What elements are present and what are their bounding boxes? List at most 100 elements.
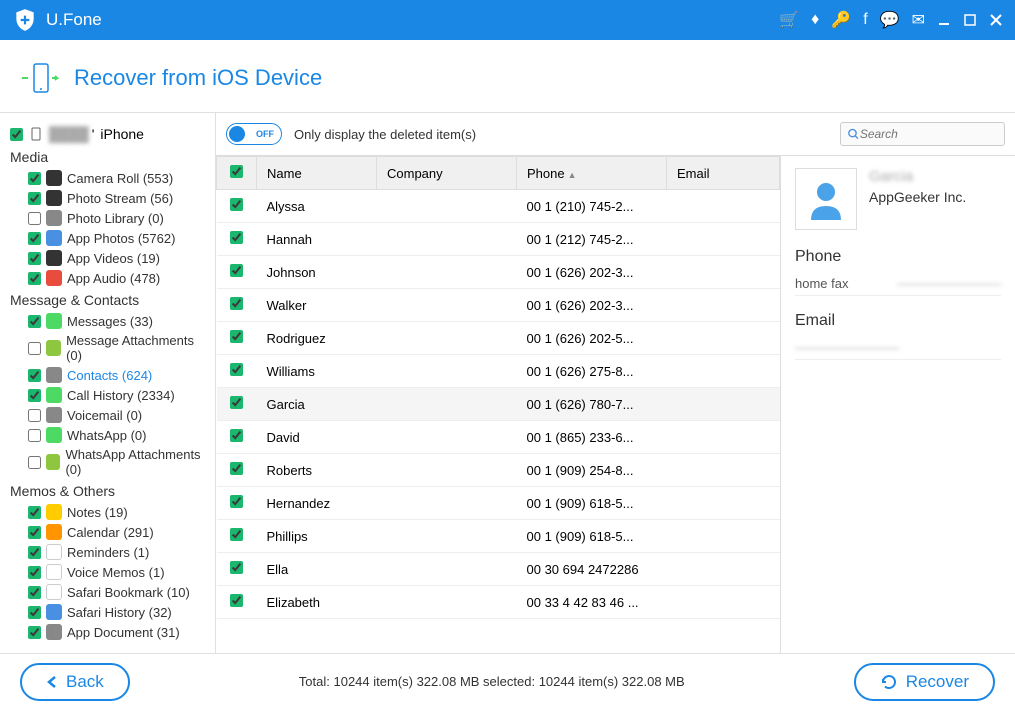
sidebar-item-checkbox[interactable]	[28, 389, 41, 402]
sidebar-item-checkbox[interactable]	[28, 586, 41, 599]
cell-checkbox[interactable]	[217, 322, 257, 355]
sidebar-item[interactable]: Reminders (1)	[6, 542, 209, 562]
sidebar-item-checkbox[interactable]	[28, 546, 41, 559]
sidebar-item[interactable]: Safari History (32)	[6, 602, 209, 622]
cell-checkbox[interactable]	[217, 355, 257, 388]
table-row[interactable]: Hernandez00 1 (909) 618-5...	[217, 487, 780, 520]
sidebar-item[interactable]: App Photos (5762)	[6, 228, 209, 248]
sidebar-item[interactable]: Voice Memos (1)	[6, 562, 209, 582]
sidebar-item[interactable]: Notes (19)	[6, 502, 209, 522]
sidebar-item[interactable]: Calendar (291)	[6, 522, 209, 542]
table-row[interactable]: David00 1 (865) 233-6...	[217, 421, 780, 454]
sidebar-item-checkbox[interactable]	[28, 232, 41, 245]
sidebar-item-checkbox[interactable]	[28, 315, 41, 328]
sidebar-item[interactable]: WhatsApp (0)	[6, 425, 209, 445]
diamond-icon[interactable]: ♦	[811, 11, 819, 29]
cell-checkbox[interactable]	[217, 289, 257, 322]
sidebar-item-checkbox[interactable]	[28, 566, 41, 579]
row-checkbox[interactable]	[230, 297, 243, 310]
sidebar-item-checkbox[interactable]	[28, 212, 41, 225]
device-row[interactable]: ████ ' iPhone	[6, 123, 209, 145]
row-checkbox[interactable]	[230, 528, 243, 541]
sidebar-item-checkbox[interactable]	[28, 272, 41, 285]
cart-icon[interactable]: 🛒	[779, 10, 799, 30]
table-row[interactable]: Elizabeth00 33 4 42 83 46 ...	[217, 586, 780, 619]
sidebar-item[interactable]: App Document (31)	[6, 622, 209, 642]
header-phone[interactable]: Phone▲	[517, 157, 667, 190]
sidebar-item[interactable]: Messages (33)	[6, 311, 209, 331]
sidebar-item[interactable]: Camera Roll (553)	[6, 168, 209, 188]
row-checkbox[interactable]	[230, 462, 243, 475]
row-checkbox[interactable]	[230, 594, 243, 607]
back-button[interactable]: Back	[20, 663, 130, 701]
header-name[interactable]: Name	[257, 157, 377, 190]
cell-checkbox[interactable]	[217, 553, 257, 586]
table-wrap[interactable]: Name Company Phone▲ Email Alyssa00 1 (21…	[216, 156, 780, 653]
chat-icon[interactable]: 💬	[880, 10, 900, 30]
table-row[interactable]: Johnson00 1 (626) 202-3...	[217, 256, 780, 289]
cell-checkbox[interactable]	[217, 256, 257, 289]
table-row[interactable]: Hannah00 1 (212) 745-2...	[217, 223, 780, 256]
search-box[interactable]	[840, 122, 1005, 146]
sidebar-item-checkbox[interactable]	[28, 606, 41, 619]
sidebar-item-checkbox[interactable]	[28, 172, 41, 185]
sidebar-item[interactable]: App Videos (19)	[6, 248, 209, 268]
sidebar-item[interactable]: Call History (2334)	[6, 385, 209, 405]
sidebar-item[interactable]: Photo Library (0)	[6, 208, 209, 228]
row-checkbox[interactable]	[230, 429, 243, 442]
row-checkbox[interactable]	[230, 396, 243, 409]
sidebar-item-checkbox[interactable]	[28, 526, 41, 539]
cell-checkbox[interactable]	[217, 586, 257, 619]
facebook-icon[interactable]: f	[863, 11, 867, 29]
cell-checkbox[interactable]	[217, 421, 257, 454]
feedback-icon[interactable]: ✉	[912, 10, 925, 30]
table-row[interactable]: Alyssa00 1 (210) 745-2...	[217, 190, 780, 223]
sidebar-item[interactable]: Message Attachments (0)	[6, 331, 209, 365]
maximize-button[interactable]	[963, 13, 977, 27]
row-checkbox[interactable]	[230, 264, 243, 277]
sidebar-item[interactable]: WhatsApp Attachments (0)	[6, 445, 209, 479]
cell-checkbox[interactable]	[217, 388, 257, 421]
header-email[interactable]: Email	[667, 157, 780, 190]
minimize-button[interactable]	[937, 13, 951, 27]
table-row[interactable]: Ella00 30 694 2472286	[217, 553, 780, 586]
cell-checkbox[interactable]	[217, 190, 257, 223]
cell-checkbox[interactable]	[217, 223, 257, 256]
sidebar-item-checkbox[interactable]	[28, 409, 41, 422]
header-company[interactable]: Company	[377, 157, 517, 190]
sidebar-item[interactable]: Safari Bookmark (10)	[6, 582, 209, 602]
table-row[interactable]: Roberts00 1 (909) 254-8...	[217, 454, 780, 487]
recover-button[interactable]: Recover	[854, 663, 995, 701]
sidebar-item[interactable]: Contacts (624)	[6, 365, 209, 385]
row-checkbox[interactable]	[230, 231, 243, 244]
cell-checkbox[interactable]	[217, 520, 257, 553]
sidebar-item-checkbox[interactable]	[28, 456, 41, 469]
row-checkbox[interactable]	[230, 495, 243, 508]
table-row[interactable]: Garcia00 1 (626) 780-7...	[217, 388, 780, 421]
cell-checkbox[interactable]	[217, 454, 257, 487]
device-checkbox[interactable]	[10, 128, 23, 141]
row-checkbox[interactable]	[230, 198, 243, 211]
search-input[interactable]	[860, 127, 998, 141]
sidebar-item[interactable]: App Audio (478)	[6, 268, 209, 288]
header-checkbox[interactable]	[217, 157, 257, 190]
sidebar-item-checkbox[interactable]	[28, 429, 41, 442]
row-checkbox[interactable]	[230, 363, 243, 376]
sidebar-item-checkbox[interactable]	[28, 369, 41, 382]
deleted-only-toggle[interactable]: OFF	[226, 123, 282, 145]
table-row[interactable]: Walker00 1 (626) 202-3...	[217, 289, 780, 322]
sidebar-item-checkbox[interactable]	[28, 342, 41, 355]
cell-checkbox[interactable]	[217, 487, 257, 520]
sidebar-item[interactable]: Photo Stream (56)	[6, 188, 209, 208]
close-button[interactable]	[989, 13, 1003, 27]
key-icon[interactable]: 🔑	[831, 10, 851, 30]
sidebar-item[interactable]: Voicemail (0)	[6, 405, 209, 425]
sidebar-item-checkbox[interactable]	[28, 506, 41, 519]
row-checkbox[interactable]	[230, 561, 243, 574]
sidebar-item-checkbox[interactable]	[28, 626, 41, 639]
row-checkbox[interactable]	[230, 330, 243, 343]
table-row[interactable]: Williams00 1 (626) 275-8...	[217, 355, 780, 388]
sidebar-item-checkbox[interactable]	[28, 192, 41, 205]
sidebar-item-checkbox[interactable]	[28, 252, 41, 265]
table-row[interactable]: Phillips00 1 (909) 618-5...	[217, 520, 780, 553]
